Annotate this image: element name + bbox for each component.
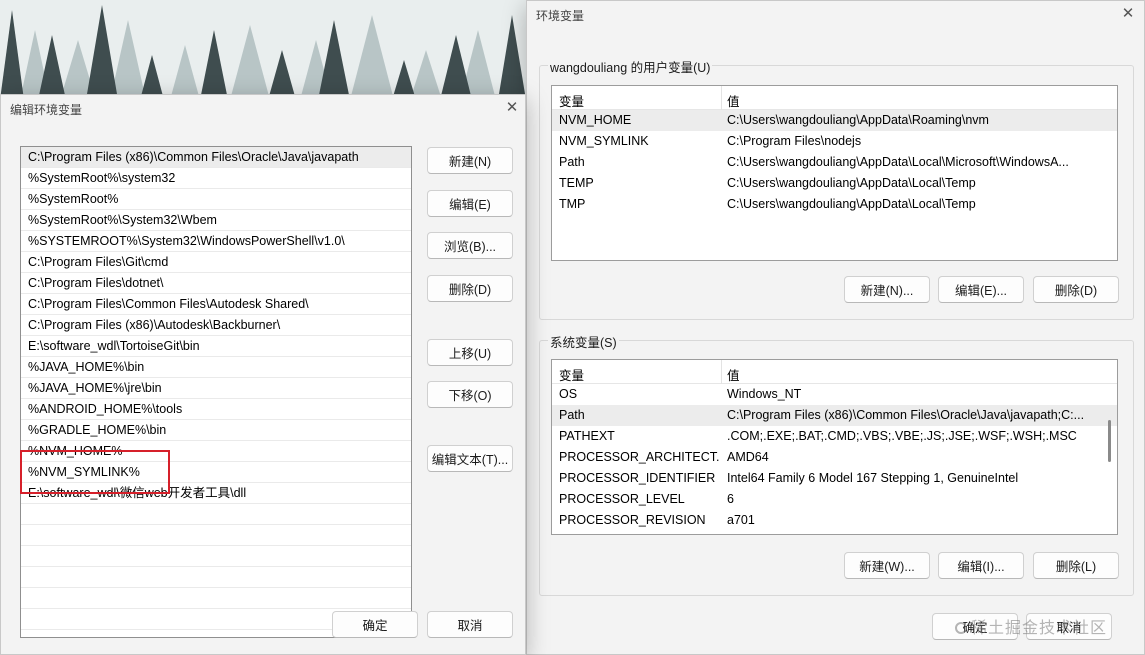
path-list-item[interactable]: %JAVA_HOME%\jre\bin — [21, 378, 411, 399]
table-row[interactable]: Path C:\Users\wangdouliang\AppData\Local\… — [552, 152, 1117, 173]
watermark-text: 稀土掘金技术社区 — [971, 620, 1108, 637]
table-row[interactable]: TEMP C:\Users\wangdouliang\AppData\Local\… — [552, 173, 1117, 194]
path-list-item[interactable]: %SYSTEMROOT%\System32\WindowsPowerShell\… — [21, 231, 411, 252]
table-header: 变量 值 — [552, 360, 1117, 384]
variable-value: .COM;.EXE;.BAT;.CMD;.VBS;.VBE;.JS;.JSE;.… — [727, 429, 1077, 443]
juejin-logo-icon — [955, 622, 967, 634]
path-list-item[interactable]: C:\Program Files (x86)\Common Files\Orac… — [21, 147, 411, 168]
watermark: 稀土掘金技术社区 — [955, 614, 1107, 638]
path-list-item[interactable]: %SystemRoot% — [21, 189, 411, 210]
variable-name: TEMP — [559, 176, 594, 190]
variable-value: Windows_NT — [727, 387, 802, 401]
variable-name: Path — [559, 408, 585, 422]
environment-variables-window: 环境变量 ✕ wangdouliang 的用户变量(U) 变量 值 NVM_HO… — [526, 0, 1145, 655]
column-header-variable[interactable]: 变量 — [559, 365, 584, 384]
edit-button[interactable]: 编辑(E) — [427, 190, 513, 217]
path-list-item[interactable]: %SystemRoot%\system32 — [21, 168, 411, 189]
variable-value: C:\Users\wangdouliang\AppData\Local\Micr… — [727, 155, 1069, 169]
column-header-value[interactable]: 值 — [727, 91, 740, 110]
path-list-empty-row — [21, 504, 411, 525]
variable-name: PROCESSOR_ARCHITECT... — [559, 450, 719, 464]
new-button[interactable]: 新建(N) — [427, 147, 513, 174]
table-row[interactable]: PROCESSOR_IDENTIFIER Intel64 Family 6 Mod… — [552, 468, 1117, 489]
user-delete-button[interactable]: 删除(D) — [1033, 276, 1119, 303]
cancel-button[interactable]: 取消 — [427, 611, 513, 638]
path-list-empty-row — [21, 567, 411, 588]
variable-value: C:\Users\wangdouliang\AppData\Local\Temp — [727, 176, 976, 190]
path-list-item[interactable]: %JAVA_HOME%\bin — [21, 357, 411, 378]
variable-name: NVM_SYMLINK — [559, 134, 649, 148]
variable-name: Path — [559, 155, 585, 169]
close-icon[interactable]: ✕ — [1115, 3, 1141, 25]
system-variables-table: 变量 值 OS Windows_NT Path C:\Program Files (x… — [551, 359, 1118, 535]
variable-value: 6 — [727, 492, 734, 506]
path-list-item[interactable]: E:\software_wdl\微信web开发者工具\dll — [21, 483, 411, 504]
path-list-item[interactable]: %NVM_HOME% — [21, 441, 411, 462]
delete-button[interactable]: 删除(D) — [427, 275, 513, 302]
path-list-item[interactable]: %NVM_SYMLINK% — [21, 462, 411, 483]
path-list-item[interactable]: E:\software_wdl\TortoiseGit\bin — [21, 336, 411, 357]
table-row[interactable]: PROCESSOR_LEVEL 6 — [552, 489, 1117, 510]
table-row[interactable]: NVM_SYMLINK C:\Program Files\nodejs — [552, 131, 1117, 152]
path-list: C:\Program Files (x86)\Common Files\Orac… — [20, 146, 412, 638]
column-header-value[interactable]: 值 — [727, 365, 740, 384]
path-list-item[interactable]: C:\Program Files\Git\cmd — [21, 252, 411, 273]
window-title: 编辑环境变量 — [10, 103, 83, 117]
variable-value: Intel64 Family 6 Model 167 Stepping 1, G… — [727, 471, 1019, 485]
variable-name: TMP — [559, 197, 586, 211]
path-list-item[interactable]: %GRADLE_HOME%\bin — [21, 420, 411, 441]
variable-value: C:\Users\wangdouliang\AppData\Local\Temp — [727, 197, 976, 211]
system-edit-button[interactable]: 编辑(I)... — [938, 552, 1024, 579]
window-title: 环境变量 — [536, 9, 585, 23]
path-list-item[interactable]: C:\Program Files (x86)\Autodesk\Backburn… — [21, 315, 411, 336]
move-up-button[interactable]: 上移(U) — [427, 339, 513, 366]
variable-name: NVM_HOME — [559, 113, 632, 127]
edit-environment-variable-window: 编辑环境变量 ✕ C:\Program Files (x86)\Common F… — [0, 94, 526, 655]
variable-name: PROCESSOR_IDENTIFIER — [559, 471, 716, 485]
path-list-empty-row — [21, 525, 411, 546]
variable-value: AMD64 — [727, 450, 769, 464]
table-row[interactable]: PROCESSOR_ARCHITECT... AMD64 — [552, 447, 1117, 468]
column-header-variable[interactable]: 变量 — [559, 91, 584, 110]
group-label: wangdouliang 的用户变量(U) — [548, 57, 713, 76]
table-row[interactable]: Path C:\Program Files (x86)\Common Files\… — [552, 405, 1117, 426]
table-row[interactable]: TMP C:\Users\wangdouliang\AppData\Local\T… — [552, 194, 1117, 215]
user-new-button[interactable]: 新建(N)... — [844, 276, 930, 303]
path-list-item[interactable]: C:\Program Files\Common Files\Autodesk S… — [21, 294, 411, 315]
browse-button[interactable]: 浏览(B)... — [427, 232, 513, 259]
variable-name: PATHEXT — [559, 429, 615, 443]
system-new-button[interactable]: 新建(W)... — [844, 552, 930, 579]
table-row[interactable]: PROCESSOR_REVISION a701 — [552, 510, 1117, 531]
user-variables-table: 变量 值 NVM_HOME C:\Users\wangdouliang\AppDa… — [551, 85, 1118, 261]
variable-value: C:\Program Files (x86)\Common Files\Orac… — [727, 408, 1085, 422]
user-variables-group: wangdouliang 的用户变量(U) 变量 值 NVM_HOME C:\Us… — [539, 57, 1134, 320]
system-variables-group: 系统变量(S) 变量 值 OS Windows_NT Path C:\Program … — [539, 332, 1134, 596]
group-label: 系统变量(S) — [548, 332, 619, 351]
system-delete-button[interactable]: 删除(L) — [1033, 552, 1119, 579]
variable-name: OS — [559, 387, 578, 401]
close-icon[interactable]: ✕ — [499, 97, 525, 119]
table-row[interactable]: PATHEXT .COM;.EXE;.BAT;.CMD;.VBS;.VBE;.JS… — [552, 426, 1117, 447]
path-list-empty-row — [21, 588, 411, 609]
move-down-button[interactable]: 下移(O) — [427, 381, 513, 408]
table-row[interactable]: OS Windows_NT — [552, 384, 1117, 405]
variable-value: C:\Program Files\nodejs — [727, 134, 862, 148]
variable-name: PROCESSOR_LEVEL — [559, 492, 685, 506]
scrollbar-thumb[interactable] — [1108, 420, 1111, 462]
path-list-empty-row — [21, 546, 411, 567]
user-edit-button[interactable]: 编辑(E)... — [938, 276, 1024, 303]
path-list-item[interactable]: %SystemRoot%\System32\Wbem — [21, 210, 411, 231]
path-list-item[interactable]: %ANDROID_HOME%\tools — [21, 399, 411, 420]
ok-button[interactable]: 确定 — [332, 611, 418, 638]
variable-value: C:\Users\wangdouliang\AppData\Roaming\nv… — [727, 113, 989, 127]
table-header: 变量 值 — [552, 86, 1117, 110]
edit-text-button[interactable]: 编辑文本(T)... — [427, 445, 513, 472]
table-row[interactable]: NVM_HOME C:\Users\wangdouliang\AppData\Ro… — [552, 110, 1117, 131]
variable-value: a701 — [727, 513, 755, 527]
path-list-item[interactable]: C:\Program Files\dotnet\ — [21, 273, 411, 294]
variable-name: PROCESSOR_REVISION — [559, 513, 706, 527]
